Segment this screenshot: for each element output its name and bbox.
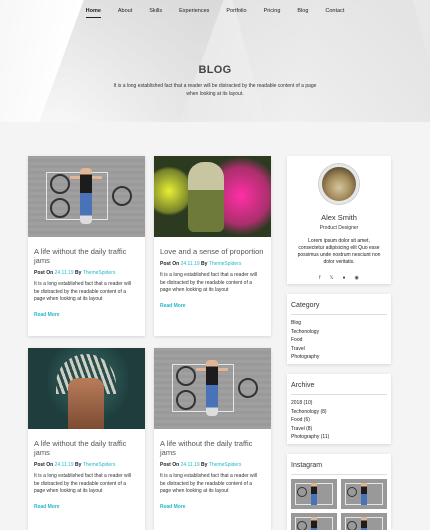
archive-item[interactable]: Photography (11) (291, 433, 387, 442)
nav-about[interactable]: About (118, 6, 132, 18)
facebook-icon[interactable]: f (319, 275, 320, 281)
post-excerpt: It is a long established fact that a rea… (34, 473, 131, 494)
category-item[interactable]: Travel (291, 345, 387, 354)
post-title[interactable]: A life without the daily traffic jams (34, 439, 139, 457)
main-nav: Home About Skills Experiences Portfolio … (0, 6, 430, 18)
instagram-grid (291, 479, 387, 530)
post-date[interactable]: 24.11.19 (55, 270, 74, 276)
post-excerpt: It is a long established fact that a rea… (160, 473, 257, 494)
read-more-link[interactable]: Read More (34, 504, 139, 510)
nav-portfolio[interactable]: Portfolio (226, 6, 246, 18)
divider (291, 394, 387, 395)
post-meta: Post On 24.11.19 By ThemeSpiders (160, 261, 265, 267)
nav-blog[interactable]: Blog (297, 6, 308, 18)
post-meta-prefix: Post On (160, 462, 180, 468)
profile-role: Product Designer (319, 225, 359, 231)
divider (291, 474, 387, 475)
hero-shade (32, 0, 228, 122)
post-author[interactable]: ThemeSpiders (209, 261, 242, 267)
post-meta-prefix: Post On (160, 261, 180, 267)
instagram-thumb[interactable] (341, 513, 387, 530)
nav-skills[interactable]: Skills (149, 6, 162, 18)
blog-post-card: A life without the daily traffic jams Po… (28, 156, 145, 336)
github-icon[interactable]: ● (343, 275, 346, 281)
post-title[interactable]: A life without the daily traffic jams (160, 439, 265, 457)
archive-item[interactable]: Food (6) (291, 416, 387, 425)
instagram-thumb[interactable] (291, 513, 337, 530)
post-meta-by: By (75, 462, 82, 468)
post-image[interactable] (154, 156, 271, 237)
widget-title: Category (291, 302, 320, 309)
hero-shade (229, 0, 430, 122)
archive-item[interactable]: 2018 (10) (291, 399, 387, 408)
read-more-link[interactable]: Read More (34, 312, 139, 318)
post-meta: Post On 24.11.19 By ThemeSpiders (160, 462, 265, 468)
avatar (319, 164, 359, 204)
post-date[interactable]: 24.11.19 (55, 462, 74, 468)
twitter-icon[interactable]: 𝕏 (329, 275, 333, 281)
post-meta-prefix: Post On (34, 270, 54, 276)
post-date[interactable]: 24.11.19 (181, 462, 200, 468)
page-title: BLOG (198, 64, 232, 76)
post-meta-by: By (75, 270, 82, 276)
blog-post-card: A life without the daily traffic jams Po… (154, 348, 271, 530)
hero-banner: Home About Skills Experiences Portfolio … (0, 0, 430, 122)
post-author[interactable]: ThemeSpiders (83, 270, 116, 276)
post-title[interactable]: Love and a sense of proportion (160, 247, 265, 256)
post-meta: Post On 24.11.19 By ThemeSpiders (34, 270, 139, 276)
post-meta-by: By (201, 462, 208, 468)
archive-list: 2018 (10) Techonology (8) Food (6) Trave… (291, 399, 387, 442)
post-author[interactable]: ThemeSpiders (83, 462, 116, 468)
category-widget: Category Blog Techonology Food Travel Ph… (287, 294, 391, 364)
category-item[interactable]: Food (291, 336, 387, 345)
post-excerpt: It is a long established fact that a rea… (160, 272, 257, 293)
post-title[interactable]: A life without the daily traffic jams (34, 247, 139, 265)
profile-bio: Lorem ipsum dolor sit amet, consectetur … (297, 238, 381, 265)
post-author[interactable]: ThemeSpiders (209, 462, 242, 468)
instagram-thumb[interactable] (291, 479, 337, 509)
instagram-thumb[interactable] (341, 479, 387, 509)
category-item[interactable]: Blog (291, 319, 387, 328)
post-image[interactable] (28, 348, 145, 429)
widget-title: Archive (291, 382, 315, 389)
nav-contact[interactable]: Contact (325, 6, 344, 18)
nav-home[interactable]: Home (85, 6, 101, 18)
nav-pricing[interactable]: Pricing (264, 6, 281, 18)
archive-widget: Archive 2018 (10) Techonology (8) Food (… (287, 374, 391, 444)
post-excerpt: It is a long established fact that a rea… (34, 281, 131, 302)
category-item[interactable]: Photography (291, 353, 387, 362)
page-subtitle: It is a long established fact that a rea… (113, 83, 317, 97)
archive-item[interactable]: Techonology (8) (291, 408, 387, 417)
divider (291, 314, 387, 315)
nav-experiences[interactable]: Experiences (179, 6, 209, 18)
blog-post-card: Love and a sense of proportion Post On 2… (154, 156, 271, 336)
category-item[interactable]: Techonology (291, 328, 387, 337)
profile-widget: Alex Smith Product Designer Lorem ipsum … (287, 156, 391, 284)
post-meta-by: By (201, 261, 208, 267)
social-links: f 𝕏 ● ◉ (287, 275, 391, 281)
post-date[interactable]: 24.11.19 (181, 261, 200, 267)
post-meta-prefix: Post On (34, 462, 54, 468)
archive-item[interactable]: Travel (8) (291, 425, 387, 434)
post-image[interactable] (28, 156, 145, 237)
read-more-link[interactable]: Read More (160, 504, 265, 510)
post-meta: Post On 24.11.19 By ThemeSpiders (34, 462, 139, 468)
instagram-widget: Instagram (287, 454, 391, 530)
blog-post-card: A life without the daily traffic jams Po… (28, 348, 145, 530)
widget-title: Instagram (291, 462, 323, 469)
profile-name: Alex Smith (321, 213, 357, 222)
post-image[interactable] (154, 348, 271, 429)
category-list: Blog Techonology Food Travel Photography (291, 319, 387, 362)
read-more-link[interactable]: Read More (160, 303, 265, 309)
dribbble-icon[interactable]: ◉ (355, 275, 359, 281)
